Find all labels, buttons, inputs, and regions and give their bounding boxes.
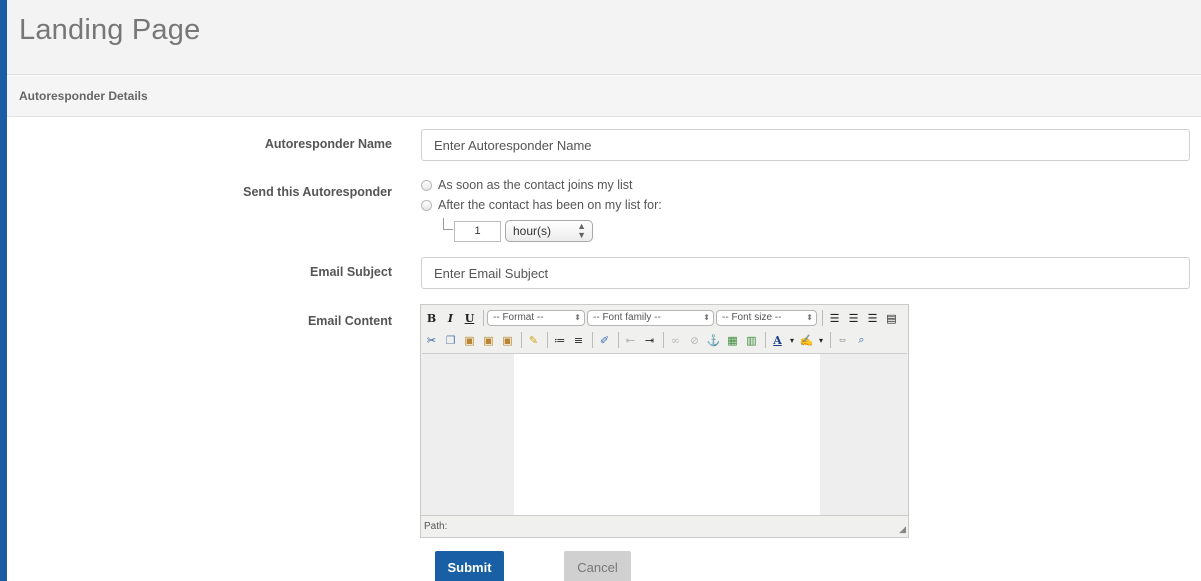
text-color-icon[interactable]: A	[769, 331, 786, 349]
link-icon[interactable]: ∞	[667, 331, 684, 349]
select-arrows-icon: ⬍	[806, 313, 813, 322]
font-size-select-value: -- Font size --	[722, 312, 782, 323]
toolbar-divider	[663, 332, 664, 348]
select-arrows-icon: ▲ ▼	[577, 221, 586, 240]
font-family-select[interactable]: -- Font family -- ⬍	[587, 310, 714, 326]
editor-canvas-wrap	[422, 353, 907, 516]
indent-icon[interactable]: ⇥	[641, 331, 658, 349]
paste-text-icon[interactable]: ▣	[480, 331, 497, 349]
cleanup-icon[interactable]: ✎	[525, 331, 542, 349]
unlink-icon[interactable]: ⊘	[686, 331, 703, 349]
autoresponder-name-label: Autoresponder Name	[264, 137, 392, 151]
rich-text-editor: B I U -- Format -- ⬍ -- Font family -- ⬍ -…	[420, 304, 909, 538]
paste-word-icon[interactable]: ▣	[499, 331, 516, 349]
copy-icon[interactable]: ❐	[442, 331, 459, 349]
bullet-list-icon[interactable]: ≔	[551, 331, 568, 349]
submit-button[interactable]: Submit	[435, 551, 504, 581]
email-subject-input[interactable]	[421, 257, 1190, 289]
html-source-icon[interactable]: ▭	[834, 331, 851, 349]
resize-grip-icon[interactable]: ◢	[899, 524, 906, 535]
radio-button-immediately[interactable]	[421, 179, 432, 191]
toolbar-divider	[547, 332, 548, 348]
email-content-label: Email Content	[307, 314, 392, 328]
delay-unit-value: hour(s)	[513, 224, 552, 238]
delay-value-input[interactable]: 1	[454, 221, 501, 242]
radio-option-after-delay[interactable]: After the contact has been on my list fo…	[421, 198, 662, 212]
toolbar-divider	[822, 310, 823, 326]
radio-option-immediately[interactable]: As soon as the contact joins my list	[421, 178, 633, 192]
numbered-list-icon[interactable]: ≡	[570, 331, 587, 349]
align-left-icon[interactable]: ☰	[826, 309, 843, 327]
font-size-select[interactable]: -- Font size -- ⬍	[716, 310, 817, 326]
paste-icon[interactable]: ▣	[461, 331, 478, 349]
format-select-value: -- Format --	[493, 312, 544, 323]
highlight-color-icon[interactable]: ✍	[798, 331, 815, 349]
toolbar-divider	[765, 332, 766, 348]
section-header: Autoresponder Details	[7, 76, 1201, 117]
toolbar-divider	[592, 332, 593, 348]
page-header: Landing Page	[7, 0, 1201, 75]
editor-content-area[interactable]	[514, 354, 820, 516]
underline-icon[interactable]: U	[461, 309, 478, 327]
text-color-dropdown-icon[interactable]: ▾	[788, 331, 796, 349]
autoresponder-name-input[interactable]	[421, 129, 1190, 161]
toolbar-divider	[618, 332, 619, 348]
align-right-icon[interactable]: ☰	[864, 309, 881, 327]
anchor-icon[interactable]: ⚓	[705, 331, 722, 349]
tree-connector-icon	[443, 218, 453, 230]
align-center-icon[interactable]: ☰	[845, 309, 862, 327]
radio-button-after-delay[interactable]	[421, 199, 432, 211]
toolbar-divider	[521, 332, 522, 348]
toolbar-divider	[483, 310, 484, 326]
bold-icon[interactable]: B	[423, 309, 440, 327]
radio-label-after-delay: After the contact has been on my list fo…	[438, 198, 662, 212]
send-autoresponder-label: Send this Autoresponder	[243, 185, 392, 199]
align-justify-icon[interactable]: ▤	[883, 309, 900, 327]
italic-icon[interactable]: I	[442, 309, 459, 327]
radio-label-immediately: As soon as the contact joins my list	[438, 178, 633, 192]
email-subject-label: Email Subject	[310, 265, 392, 279]
editor-toolbar-row-2: ✂ ❐ ▣ ▣ ▣ ✎ ≔ ≡ ✐ ⇤ ⇥ ∞ ⊘ ⚓ ▦ ▥ A ▾ ✍ ▾ …	[423, 329, 872, 351]
cancel-button[interactable]: Cancel	[564, 551, 631, 581]
table-icon[interactable]: ▥	[743, 331, 760, 349]
editor-toolbar-row-1: B I U -- Format -- ⬍ -- Font family -- ⬍ -…	[423, 307, 902, 329]
toolbar-divider	[830, 332, 831, 348]
page-title: Landing Page	[19, 14, 201, 46]
highlight-dropdown-icon[interactable]: ▾	[817, 331, 825, 349]
image-icon[interactable]: ▦	[724, 331, 741, 349]
select-arrows-icon: ⬍	[574, 313, 581, 322]
section-title: Autoresponder Details	[19, 89, 148, 103]
cut-icon[interactable]: ✂	[423, 331, 440, 349]
path-label: Path:	[424, 521, 448, 532]
outdent-icon[interactable]: ⇤	[622, 331, 639, 349]
preview-icon[interactable]: ⌕	[853, 331, 870, 349]
edit-css-icon[interactable]: ✐	[596, 331, 613, 349]
format-select[interactable]: -- Format -- ⬍	[487, 310, 585, 326]
editor-path-bar: Path: ◢	[421, 515, 908, 537]
delay-unit-select[interactable]: hour(s) ▲ ▼	[505, 220, 593, 242]
select-arrows-icon: ⬍	[703, 313, 710, 322]
font-family-select-value: -- Font family --	[593, 312, 661, 323]
left-sidebar-edge	[0, 0, 7, 581]
